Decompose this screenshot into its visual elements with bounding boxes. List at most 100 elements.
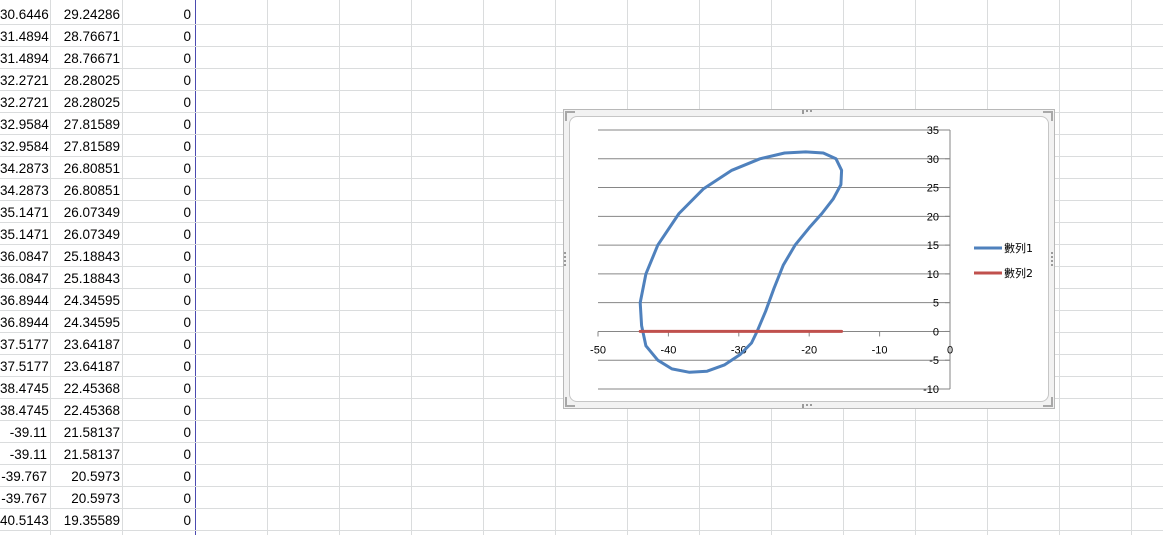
- table-cell[interactable]: 0: [123, 399, 195, 421]
- table-cell[interactable]: 0: [123, 25, 195, 47]
- chart-right-handle[interactable]: [1051, 252, 1055, 266]
- chart-bottom-handle[interactable]: [802, 404, 816, 408]
- x-tick-label: -10: [872, 344, 888, 356]
- table-cell[interactable]: 0: [123, 245, 195, 267]
- table-row: 32.9584 27.81589 0: [0, 135, 196, 157]
- table-cell[interactable]: 31.4894: [0, 47, 49, 69]
- table-cell[interactable]: 0: [123, 223, 195, 245]
- table-cell[interactable]: -39.11: [0, 443, 49, 465]
- table-cell[interactable]: 0: [123, 311, 195, 333]
- table-cell[interactable]: 0: [123, 465, 195, 487]
- table-cell[interactable]: 35.1471: [0, 201, 49, 223]
- y-tick-label: 5: [933, 298, 939, 310]
- table-row: 36.8944 24.34595 0: [0, 289, 196, 311]
- table-cell[interactable]: 0: [123, 377, 195, 399]
- table-cell[interactable]: 0: [123, 91, 195, 113]
- table-cell[interactable]: 37.5177: [0, 333, 49, 355]
- chart-area[interactable]: 35 30 25 20 15 10 5 0 -5 -10 -50 -40 -30 -20 -10 0 數列1 數列…: [569, 116, 1049, 402]
- table-cell[interactable]: 28.76671: [51, 47, 122, 69]
- table-cell[interactable]: 24.34595: [51, 311, 122, 333]
- table-cell[interactable]: 31.4894: [0, 25, 49, 47]
- table-cell[interactable]: 35.1471: [0, 223, 49, 245]
- table-cell[interactable]: 25.18843: [51, 267, 122, 289]
- table-cell[interactable]: -39.767: [0, 487, 49, 509]
- table-cell[interactable]: 0: [123, 289, 195, 311]
- table-cell[interactable]: 38.4745: [0, 377, 49, 399]
- table-cell[interactable]: 22.45368: [51, 377, 122, 399]
- table-cell[interactable]: 0: [123, 421, 195, 443]
- table-cell[interactable]: 36.0847: [0, 267, 49, 289]
- table-cell[interactable]: 27.81589: [51, 113, 122, 135]
- table-cell[interactable]: 30.6446: [0, 3, 49, 25]
- table-row: -39.767 20.5973 0: [0, 487, 196, 509]
- table-cell[interactable]: -39.767: [0, 465, 49, 487]
- table-cell[interactable]: 0: [123, 267, 195, 289]
- grid-column-line: [1059, 0, 1060, 535]
- table-row: 30.6446 29.24286 0: [0, 3, 196, 25]
- table-cell[interactable]: 22.45368: [51, 399, 122, 421]
- table-cell[interactable]: 38.4745: [0, 399, 49, 421]
- table-cell[interactable]: 36.8944: [0, 311, 49, 333]
- table-cell[interactable]: 32.2721: [0, 91, 49, 113]
- table-cell[interactable]: 32.9584: [0, 135, 49, 157]
- y-tick-label: -5: [929, 355, 939, 367]
- grid-column-line: [483, 0, 484, 535]
- y-tick-label: 30: [927, 154, 939, 166]
- table-cell[interactable]: 0: [123, 135, 195, 157]
- table-cell[interactable]: 0: [123, 487, 195, 509]
- table-row: -39.11 21.58137 0: [0, 421, 196, 443]
- table-cell[interactable]: 28.76671: [51, 25, 122, 47]
- table-cell[interactable]: 26.80851: [51, 179, 122, 201]
- table-cell[interactable]: 0: [123, 509, 195, 531]
- table-cell[interactable]: 26.80851: [51, 157, 122, 179]
- table-cell[interactable]: 23.64187: [51, 333, 122, 355]
- table-cell[interactable]: 0: [123, 3, 195, 25]
- table-cell[interactable]: 0: [123, 157, 195, 179]
- table-cell[interactable]: 0: [123, 201, 195, 223]
- table-cell[interactable]: 21.58137: [51, 443, 122, 465]
- table-cell[interactable]: 23.64187: [51, 355, 122, 377]
- chart-top-handle[interactable]: [802, 110, 816, 114]
- table-cell[interactable]: 19.35589: [51, 509, 122, 531]
- table-cell[interactable]: 36.0847: [0, 245, 49, 267]
- table-cell[interactable]: 28.28025: [51, 69, 122, 91]
- chart-frame[interactable]: 35 30 25 20 15 10 5 0 -5 -10 -50 -40 -30 -20 -10 0 數列1 數列…: [563, 109, 1055, 409]
- table-cell[interactable]: 0: [123, 355, 195, 377]
- table-cell[interactable]: 20.5973: [51, 487, 122, 509]
- table-cell[interactable]: 32.2721: [0, 69, 49, 91]
- table-cell[interactable]: 0: [123, 443, 195, 465]
- table-cell[interactable]: 28.28025: [51, 91, 122, 113]
- table-cell[interactable]: 0: [123, 113, 195, 135]
- y-tick-label: 35: [927, 125, 939, 137]
- table-cell[interactable]: -39.11: [0, 421, 49, 443]
- chart-left-handle[interactable]: [564, 252, 568, 266]
- chart-svg: 35302520151050-5-10-50 -40 -30 -20 -10 0數列1數列…: [590, 125, 1033, 396]
- table-cell[interactable]: 34.2873: [0, 157, 49, 179]
- table-cell[interactable]: 37.5177: [0, 355, 49, 377]
- table-cell[interactable]: 26.07349: [51, 223, 122, 245]
- table-cell[interactable]: 27.81589: [51, 135, 122, 157]
- table-cell[interactable]: 0: [123, 47, 195, 69]
- grid-column-line: [555, 0, 556, 535]
- table-row: 35.1471 26.07349 0: [0, 201, 196, 223]
- table-cell[interactable]: 20.5973: [51, 465, 122, 487]
- table-cell[interactable]: 25.18843: [51, 245, 122, 267]
- grid-column-line: [339, 0, 340, 535]
- table-cell[interactable]: 0: [123, 179, 195, 201]
- table-cell[interactable]: 0: [123, 333, 195, 355]
- table-cell[interactable]: 21.58137: [51, 421, 122, 443]
- table-row: 36.0847 25.18843 0: [0, 267, 196, 289]
- legend-label-2: 數列2: [1004, 266, 1033, 280]
- y-tick-label: 0: [933, 326, 939, 338]
- table-row: 37.5177 23.64187 0: [0, 333, 196, 355]
- table-cell[interactable]: 29.24286: [51, 3, 122, 25]
- series-line-1: [638, 150, 844, 374]
- table-cell[interactable]: 32.9584: [0, 113, 49, 135]
- table-cell[interactable]: 0: [123, 69, 195, 91]
- table-cell[interactable]: 34.2873: [0, 179, 49, 201]
- table-cell[interactable]: 24.34595: [51, 289, 122, 311]
- table-cell[interactable]: 26.07349: [51, 201, 122, 223]
- table-cell[interactable]: 40.5143: [0, 509, 49, 531]
- x-tick-label: -40: [660, 344, 676, 356]
- table-cell[interactable]: 36.8944: [0, 289, 49, 311]
